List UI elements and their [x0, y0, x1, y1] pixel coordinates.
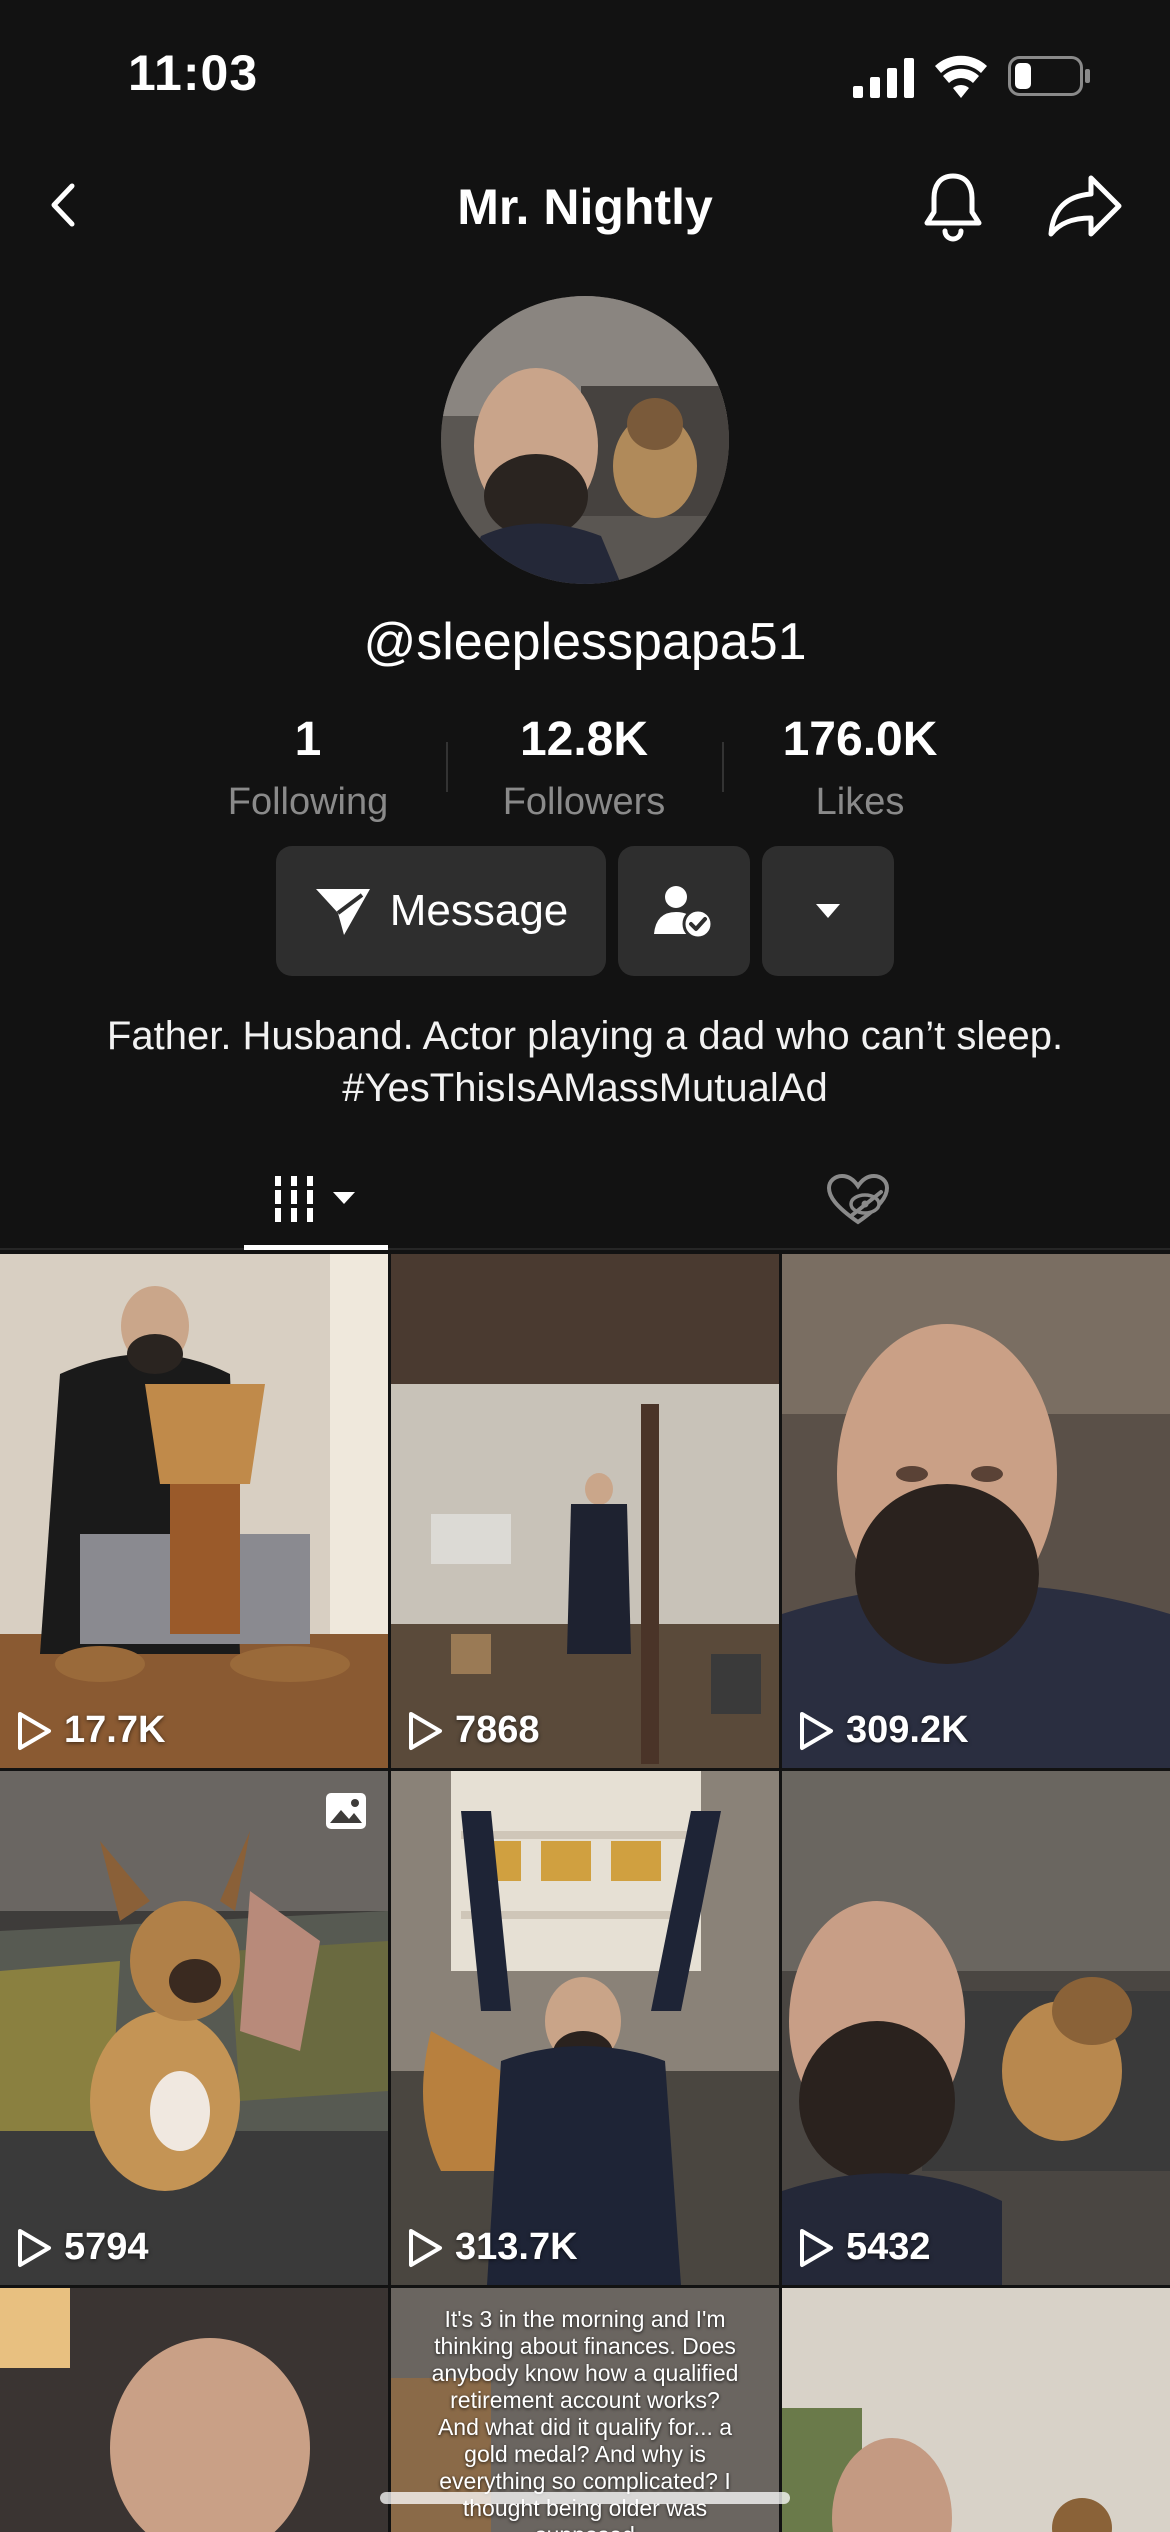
view-count: 17.7K: [16, 1709, 165, 1752]
stat-likes[interactable]: 176.0K Likes: [730, 712, 990, 824]
stat-label: Followers: [502, 781, 666, 823]
home-indicator[interactable]: [380, 2492, 790, 2504]
video-thumbnail: [782, 1771, 1170, 2285]
video-thumbnail: [782, 2288, 1170, 2532]
profile-tabs: [0, 1150, 1170, 1250]
video-thumbnail: [0, 1254, 388, 1768]
view-count-value: 313.7K: [455, 2226, 578, 2268]
page-title: Mr. Nightly: [457, 179, 713, 235]
grid-bars-icon: [275, 1176, 355, 1222]
photo-mode-icon: [326, 1793, 366, 1829]
video-thumbnail: [0, 2288, 388, 2532]
message-button[interactable]: Message: [276, 846, 606, 976]
video-tile[interactable]: 313.7K: [391, 1771, 779, 2285]
send-icon: [315, 889, 370, 935]
status-time: 11:03: [128, 45, 259, 101]
stat-following[interactable]: 1 Following: [178, 712, 438, 824]
battery-icon: [1008, 56, 1090, 96]
avatar-photo: [441, 296, 729, 584]
video-thumbnail: [0, 1771, 388, 2285]
view-count: 313.7K: [407, 2226, 578, 2269]
view-count: 5432: [798, 2226, 931, 2269]
video-thumbnail: [391, 1771, 779, 2285]
message-button-label: Message: [389, 886, 569, 935]
tab-liked-videos[interactable]: [808, 1150, 908, 1250]
play-icon: [409, 1711, 442, 1750]
video-tile[interactable]: [0, 2288, 388, 2532]
video-tile[interactable]: 17.7K: [0, 1254, 388, 1768]
view-count: 7868: [407, 1709, 540, 1752]
status-bar: 11:03: [0, 0, 1170, 150]
avatar[interactable]: [441, 296, 729, 584]
stat-divider: [446, 742, 448, 792]
play-icon: [18, 1711, 51, 1750]
stat-value: 12.8K: [519, 713, 649, 766]
video-tile[interactable]: 5432: [782, 1771, 1170, 2285]
stat-label: Likes: [815, 781, 905, 823]
stat-value: 1: [294, 713, 322, 766]
view-count-value: 5432: [846, 2226, 931, 2268]
video-thumbnail: [782, 1254, 1170, 1768]
profile-stats: 1 Following 12.8K Followers 176.0K Likes: [0, 712, 1170, 832]
view-count-value: 7868: [455, 1709, 540, 1751]
play-icon: [800, 2228, 833, 2267]
view-count: 309.2K: [798, 1709, 969, 1752]
view-count-value: 5794: [64, 2226, 149, 2268]
heart-hidden-icon: [827, 1174, 889, 1225]
photo-tile[interactable]: 5794: [0, 1771, 388, 2285]
caret-down-icon: [816, 904, 840, 918]
view-count-value: 309.2K: [846, 1709, 969, 1751]
following-status-button[interactable]: [618, 846, 750, 976]
stat-label: Following: [227, 781, 389, 823]
video-tile[interactable]: 309.2K: [782, 1254, 1170, 1768]
video-tile[interactable]: [782, 2288, 1170, 2532]
profile-header: Mr. Nightly: [0, 160, 1170, 250]
play-icon: [409, 2228, 442, 2267]
tab-videos[interactable]: [244, 1150, 388, 1250]
stat-value: 176.0K: [782, 713, 938, 766]
more-options-button[interactable]: [762, 846, 894, 976]
user-check-icon: [654, 886, 714, 938]
play-icon: [800, 1711, 833, 1750]
wifi-icon: [935, 55, 987, 98]
video-tile[interactable]: 7868: [391, 1254, 779, 1768]
play-icon: [18, 2228, 51, 2267]
view-count: 5794: [16, 2226, 149, 2269]
profile-username: @sleeplesspapa51: [363, 613, 807, 671]
video-thumbnail: [391, 1254, 779, 1768]
share-arrow-icon[interactable]: [1045, 172, 1125, 240]
stat-followers[interactable]: 12.8K Followers: [454, 712, 714, 824]
profile-bio: Father. Husband. Actor playing a dad who…: [106, 1014, 1064, 1110]
cellular-signal-icon: [853, 58, 914, 98]
bell-icon[interactable]: [918, 170, 988, 242]
active-tab-indicator: [244, 1245, 388, 1250]
stat-divider: [722, 742, 724, 792]
view-count-value: 17.7K: [64, 1709, 166, 1751]
